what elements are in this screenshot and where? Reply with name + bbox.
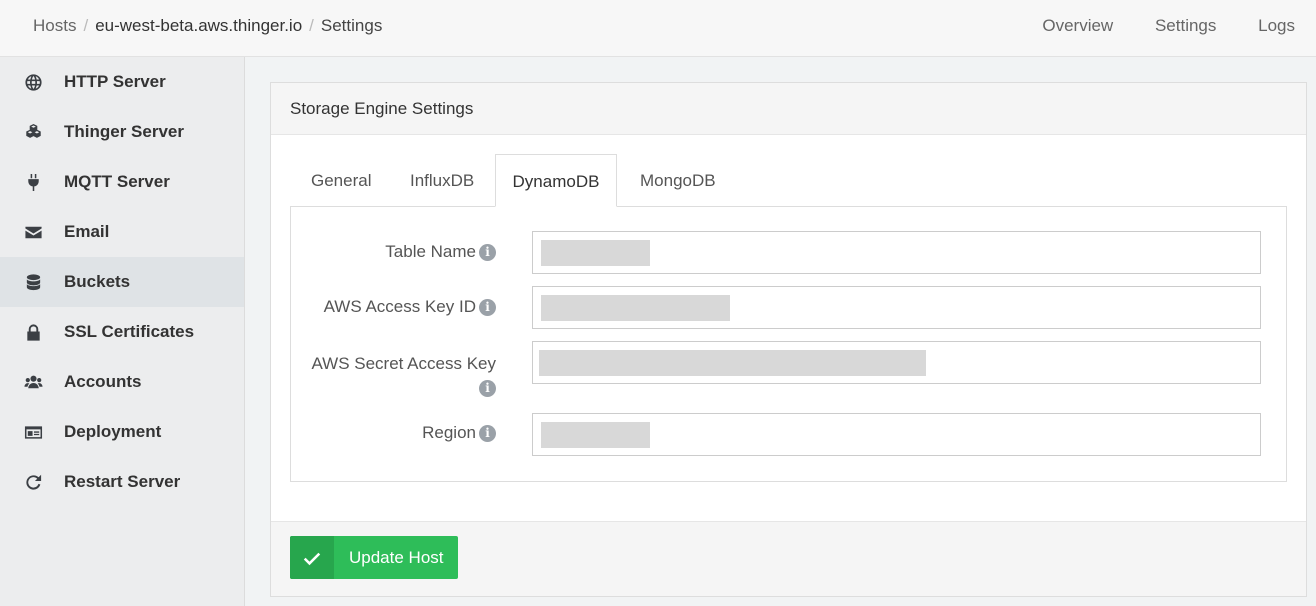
nav-logs[interactable]: Logs	[1258, 16, 1295, 35]
aws-secret-access-key-input[interactable]	[532, 341, 1261, 384]
breadcrumb-current: Settings	[320, 16, 383, 35]
panel-title: Storage Engine Settings	[290, 99, 474, 118]
sidebar-item-label: MQTT Server	[64, 172, 170, 191]
info-icon[interactable]: i	[479, 425, 496, 442]
sidebar-item-label: SSL Certificates	[64, 322, 195, 341]
sidebar-item-buckets[interactable]: Buckets	[0, 257, 244, 307]
storage-settings-panel: Storage Engine Settings General InfluxDB…	[270, 82, 1307, 597]
sidebar-item-label: Restart Server	[64, 472, 181, 491]
dynamodb-form: Table Name i AWS Access Key ID i AWS Secre…	[290, 206, 1287, 482]
update-host-button[interactable]: Update Host	[290, 536, 458, 579]
field-label-text: Table Name	[385, 242, 476, 261]
tab-influxdb[interactable]: InfluxDB	[410, 154, 474, 207]
sidebar-item-accounts[interactable]: Accounts	[0, 357, 244, 407]
sidebar-item-label: Thinger Server	[64, 122, 184, 141]
redo-icon	[22, 471, 44, 493]
nav-settings[interactable]: Settings	[1155, 16, 1216, 35]
sidebar-item-label: Buckets	[64, 272, 131, 291]
sidebar-item-thinger-server[interactable]: Thinger Server	[0, 107, 244, 157]
tab-mongodb[interactable]: MongoDB	[640, 154, 716, 207]
breadcrumb-host[interactable]: eu-west-beta.aws.thinger.io	[95, 16, 302, 35]
tab-general[interactable]: General	[311, 154, 371, 207]
sidebar-item-email[interactable]: Email	[0, 207, 244, 257]
sidebar: HTTP Server Thinger Server MQTT Server E…	[0, 57, 245, 606]
breadcrumb: Hosts / eu-west-beta.aws.thinger.io / Settin…	[33, 16, 382, 36]
breadcrumb-hosts[interactable]: Hosts	[33, 16, 76, 35]
panel-footer: Update Host	[271, 521, 1306, 596]
sidebar-item-label: Accounts	[64, 372, 142, 391]
update-host-label: Update Host	[349, 547, 444, 567]
info-icon[interactable]: i	[479, 299, 496, 316]
field-label-text: AWS Access Key ID	[323, 297, 476, 316]
database-icon	[22, 271, 44, 293]
sidebar-item-ssl-certificates[interactable]: SSL Certificates	[0, 307, 244, 357]
lock-icon	[22, 321, 44, 343]
sidebar-item-label: Email	[64, 222, 110, 241]
sidebar-item-mqtt-server[interactable]: MQTT Server	[0, 157, 244, 207]
redacted-value	[541, 422, 650, 448]
nav-overview[interactable]: Overview	[1042, 16, 1113, 35]
top-nav: Overview Settings Logs	[1005, 16, 1295, 36]
redacted-value	[541, 295, 730, 321]
sidebar-item-deployment[interactable]: Deployment	[0, 407, 244, 457]
info-icon[interactable]: i	[479, 244, 496, 261]
aws-secret-access-key-label: AWS Secret Access Key i	[311, 352, 496, 400]
tab-bar: General InfluxDB DynamoDB MongoDB	[290, 154, 1287, 207]
id-card-icon	[22, 421, 44, 443]
globe-icon	[22, 71, 44, 93]
table-name-input[interactable]	[532, 231, 1261, 274]
top-bar: Hosts / eu-west-beta.aws.thinger.io / Settin…	[0, 0, 1316, 57]
table-name-label: Table Name i	[385, 242, 496, 262]
sidebar-item-label: Deployment	[64, 422, 162, 441]
breadcrumb-separator: /	[83, 16, 89, 35]
redacted-value	[539, 350, 926, 376]
users-icon	[22, 371, 44, 393]
info-icon[interactable]: i	[479, 380, 496, 397]
cubes-icon	[22, 121, 44, 143]
envelope-icon	[22, 221, 44, 243]
panel-header: Storage Engine Settings	[271, 83, 1306, 135]
tab-dynamodb[interactable]: DynamoDB	[495, 154, 617, 207]
plug-icon	[22, 171, 44, 193]
field-label-text: AWS Secret Access Key	[311, 354, 496, 373]
region-label: Region i	[422, 423, 496, 443]
redacted-value	[541, 240, 650, 266]
region-input[interactable]	[532, 413, 1261, 456]
sidebar-item-label: HTTP Server	[64, 72, 166, 91]
aws-access-key-id-label: AWS Access Key ID i	[324, 297, 496, 317]
field-label-text: Region	[422, 423, 476, 442]
breadcrumb-separator: /	[309, 16, 314, 35]
aws-access-key-id-input[interactable]	[532, 286, 1261, 329]
sidebar-item-http-server[interactable]: HTTP Server	[0, 57, 244, 107]
sidebar-item-restart-server[interactable]: Restart Server	[0, 457, 244, 507]
check-icon	[290, 536, 334, 579]
